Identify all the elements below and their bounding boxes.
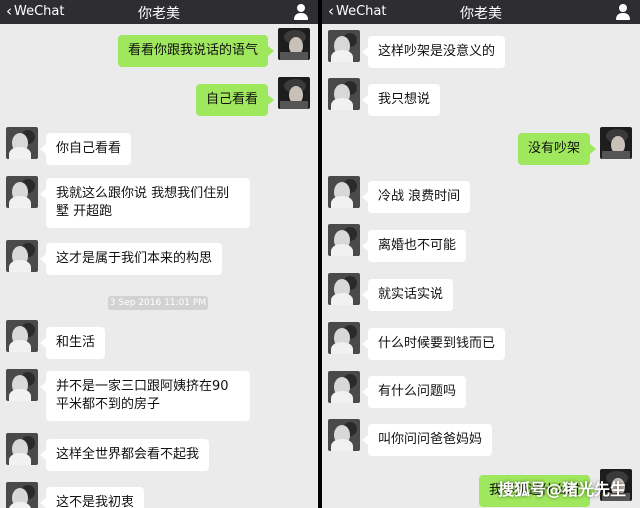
message-bubble-incoming[interactable]: 有什么问题吗 bbox=[361, 376, 467, 408]
chat-pane-right: ‹ WeChat 你老美 这样吵架是没意义的 我只想说 没有吵架 冷战 浪费时间… bbox=[322, 0, 640, 508]
friend-avatar[interactable] bbox=[6, 433, 38, 465]
friend-avatar[interactable] bbox=[6, 482, 38, 508]
back-button[interactable]: ‹ WeChat bbox=[328, 3, 386, 19]
friend-avatar[interactable] bbox=[328, 322, 360, 354]
friend-avatar[interactable] bbox=[328, 78, 360, 110]
message-bubble-incoming[interactable]: 并不是一家三口跟阿姨挤在90平米都不到的房子 bbox=[40, 371, 250, 421]
message-bubble-incoming[interactable]: 就实话实说 bbox=[361, 279, 454, 311]
friend-avatar[interactable] bbox=[328, 419, 360, 451]
my-avatar[interactable] bbox=[278, 28, 310, 60]
friend-avatar[interactable] bbox=[328, 273, 360, 305]
message-bubble-incoming[interactable]: 我就这么跟你说 我想我们住别墅 开超跑 bbox=[40, 178, 250, 228]
back-button[interactable]: ‹ WeChat bbox=[6, 3, 64, 19]
message-bubble-incoming[interactable]: 你自己看看 bbox=[39, 133, 132, 165]
message-bubble-outgoing[interactable]: 没有吵架 bbox=[517, 133, 597, 165]
my-avatar[interactable] bbox=[278, 77, 310, 109]
message-bubble-incoming[interactable]: 这不是我初衷 bbox=[39, 487, 145, 508]
message-bubble-incoming[interactable]: 和生活 bbox=[39, 327, 106, 359]
chevron-left-icon: ‹ bbox=[6, 2, 12, 20]
friend-avatar[interactable] bbox=[328, 371, 360, 403]
person-icon[interactable] bbox=[294, 4, 308, 20]
nav-bar: ‹ WeChat 你老美 bbox=[322, 0, 640, 24]
message-bubble-incoming[interactable]: 什么时候要到钱而已 bbox=[361, 328, 506, 360]
message-bubble-incoming[interactable]: 叫你问问爸爸妈妈 bbox=[361, 424, 493, 456]
friend-avatar[interactable] bbox=[328, 176, 360, 208]
friend-avatar[interactable] bbox=[6, 240, 38, 272]
friend-avatar[interactable] bbox=[6, 369, 38, 401]
friend-avatar[interactable] bbox=[6, 320, 38, 352]
my-avatar[interactable] bbox=[600, 127, 632, 159]
friend-avatar[interactable] bbox=[6, 176, 38, 208]
friend-avatar[interactable] bbox=[328, 224, 360, 256]
message-bubble-outgoing[interactable]: 自己看看 bbox=[195, 84, 275, 116]
person-icon[interactable] bbox=[616, 4, 630, 20]
friend-avatar[interactable] bbox=[6, 127, 38, 159]
watermark: 搜狐号@猪光先生 bbox=[497, 480, 626, 499]
chevron-left-icon: ‹ bbox=[328, 2, 334, 20]
message-bubble-outgoing[interactable]: 看看你跟我说话的语气 bbox=[117, 35, 275, 67]
message-bubble-incoming[interactable]: 我只想说 bbox=[361, 84, 441, 116]
message-bubble-incoming[interactable]: 这才是属于我们本来的构思 bbox=[39, 243, 223, 275]
message-bubble-incoming[interactable]: 冷战 浪费时间 bbox=[361, 181, 471, 213]
chat-pane-left: ‹ WeChat 你老美 看看你跟我说话的语气 自己看看 你自己看看 我就这么跟… bbox=[0, 0, 318, 508]
message-bubble-incoming[interactable]: 这样全世界都会看不起我 bbox=[39, 439, 210, 471]
message-bubble-incoming[interactable]: 离婚也不可能 bbox=[361, 230, 467, 262]
screenshot: ‹ WeChat 你老美 看看你跟我说话的语气 自己看看 你自己看看 我就这么跟… bbox=[0, 0, 640, 508]
message-bubble-incoming[interactable]: 这样吵架是没意义的 bbox=[361, 36, 506, 68]
back-label: WeChat bbox=[14, 3, 65, 19]
nav-bar: ‹ WeChat 你老美 bbox=[0, 0, 318, 24]
friend-avatar[interactable] bbox=[328, 30, 360, 62]
back-label: WeChat bbox=[336, 3, 387, 19]
timestamp-badge: 3 Sep 2016 11:01 PM bbox=[108, 296, 208, 310]
